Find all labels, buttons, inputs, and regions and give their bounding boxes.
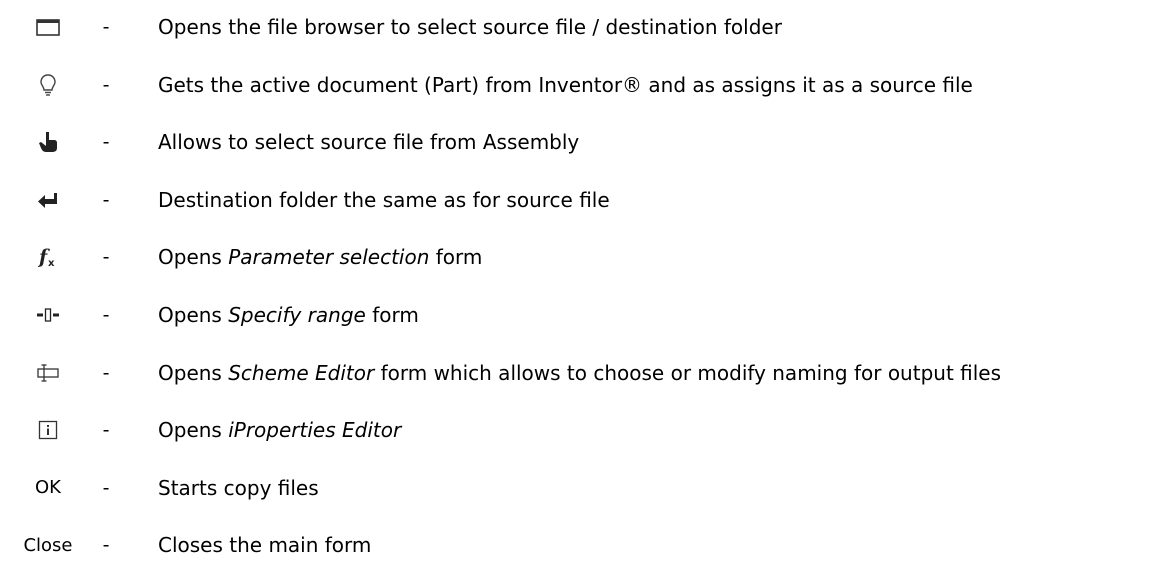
scheme-editor-icon: [20, 358, 76, 388]
button-legend-list: - Opens the file browser to select sourc…: [0, 12, 1158, 588]
description: Opens the file browser to select source …: [158, 15, 782, 39]
description: Opens iProperties Editor: [158, 418, 402, 443]
separator-dash: -: [102, 534, 110, 557]
description: Opens Specify range form: [158, 302, 419, 327]
close-button-label: Close: [23, 534, 73, 556]
legend-row: - Allows to select source file from Asse…: [0, 127, 1158, 185]
separator-dash: -: [102, 131, 110, 154]
pointing-hand-icon: [20, 127, 76, 157]
separator-dash: -: [102, 188, 110, 211]
range-icon: [20, 300, 76, 330]
legend-row: OK - Starts copy files: [0, 473, 1158, 531]
description: Destination folder the same as for sourc…: [158, 187, 610, 212]
separator-dash: -: [102, 419, 110, 442]
separator-dash: -: [102, 361, 110, 384]
description: Starts copy files: [158, 475, 319, 500]
lightbulb-icon: [20, 70, 76, 100]
return-arrow-icon: [20, 185, 76, 215]
folder-window-icon: [20, 12, 76, 42]
legend-row: - Opens iProperties Editor: [0, 415, 1158, 473]
separator-dash: -: [102, 73, 110, 96]
legend-row: f x - Opens Parameter selection form: [0, 242, 1158, 300]
description: Opens Scheme Editor form which allows to…: [158, 360, 1002, 385]
description: Gets the active document (Part) from Inv…: [158, 72, 973, 97]
legend-row: - Opens the file browser to select sourc…: [0, 12, 1158, 70]
legend-row: - Opens Specify range form: [0, 300, 1158, 358]
ok-button-label: OK: [35, 477, 61, 499]
description: Opens Parameter selection form: [158, 245, 483, 270]
legend-row: - Destination folder the same as for sou…: [0, 185, 1158, 243]
legend-row: Close - Closes the main form: [0, 530, 1158, 588]
legend-row: - Opens Scheme Editor form which allows …: [0, 358, 1158, 416]
description: Allows to select source file from Assemb…: [158, 130, 580, 155]
separator-dash: -: [102, 246, 110, 269]
svg-text:x: x: [48, 258, 55, 269]
info-icon: [20, 415, 76, 445]
description: Closes the main form: [158, 533, 372, 558]
function-fx-icon: f x: [20, 242, 76, 272]
separator-dash: -: [102, 303, 110, 326]
separator-dash: -: [102, 476, 110, 499]
separator-dash: -: [102, 16, 110, 38]
legend-row: - Gets the active document (Part) from I…: [0, 70, 1158, 128]
